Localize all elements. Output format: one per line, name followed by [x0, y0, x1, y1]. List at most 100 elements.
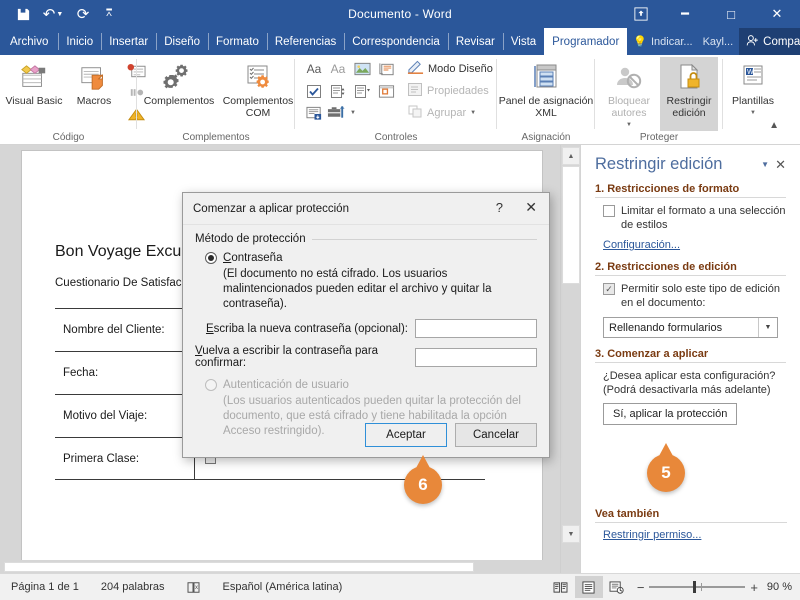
- password-radio-row[interactable]: Contraseña: [205, 252, 537, 264]
- tab-archivo[interactable]: Archivo: [0, 28, 58, 55]
- tab-inicio[interactable]: Inicio: [58, 28, 101, 55]
- tab-label: Archivo: [10, 35, 49, 48]
- group-label-asignacion: Asignación: [521, 132, 571, 143]
- tab-vista[interactable]: Vista: [502, 28, 544, 55]
- repeating-section-control-icon[interactable]: [303, 103, 325, 124]
- new-password-row: Escriba la nueva contraseña (opcional):: [195, 319, 537, 338]
- web-layout-button[interactable]: [603, 576, 631, 598]
- zoom-out-button[interactable]: −: [637, 580, 645, 595]
- tab-formato[interactable]: Formato: [208, 28, 267, 55]
- password-hint: (El documento no está cifrado. Los usuar…: [223, 268, 492, 310]
- propiedades-button[interactable]: Propiedades: [407, 80, 496, 102]
- share-button[interactable]: Compartir: [739, 28, 800, 55]
- bloquear-autores-button[interactable]: Bloquear autores ▼: [600, 57, 658, 131]
- account-name[interactable]: Kayl...: [699, 28, 738, 55]
- combo-box-control-icon[interactable]: [327, 81, 349, 102]
- zoom-thumb[interactable]: [693, 581, 697, 593]
- picture-control-icon[interactable]: [351, 59, 373, 80]
- macros-button[interactable]: Macros: [65, 57, 123, 125]
- zoom-in-button[interactable]: +: [750, 580, 758, 595]
- tab-programador[interactable]: Programador: [544, 28, 628, 55]
- read-mode-button[interactable]: [547, 576, 575, 598]
- legacy-tools-caret[interactable]: ▼: [350, 110, 356, 116]
- allow-only-editing-checkbox-row[interactable]: ✓ Permitir solo este tipo de edición en …: [603, 282, 786, 310]
- page-indicator[interactable]: Página 1 de 1: [0, 581, 90, 593]
- word-count[interactable]: 204 palabras: [90, 581, 176, 593]
- group-label-codigo: Código: [52, 132, 85, 143]
- building-block-gallery-icon[interactable]: [375, 59, 397, 80]
- settings-link[interactable]: Configuración...: [603, 239, 680, 251]
- ribbon-group-codigo: Visual Basic Macros Código: [0, 55, 146, 145]
- visual-basic-button[interactable]: Visual Basic: [5, 57, 63, 125]
- callout-5: 5: [647, 454, 685, 492]
- proofing-errors-icon[interactable]: x: [176, 581, 212, 594]
- modo-diseno-button[interactable]: Modo Diseño: [407, 58, 496, 80]
- zoom-level[interactable]: 90 %: [766, 581, 800, 593]
- controls-row-1: Aa Aa: [303, 58, 397, 80]
- window-controls: ━ □ ✕: [620, 0, 800, 28]
- plantillas-caret[interactable]: ▼: [750, 107, 756, 119]
- vertical-scrollbar[interactable]: ▲ ▼: [560, 145, 580, 573]
- tab-revisar[interactable]: Revisar: [447, 28, 503, 55]
- complementos-com-button[interactable]: Complementos COM: [219, 57, 297, 119]
- scroll-up-icon[interactable]: ▲: [562, 147, 580, 165]
- language-indicator[interactable]: Español (América latina): [212, 581, 354, 593]
- edit-type-dropdown[interactable]: Rellenando formularios ▼: [603, 317, 778, 338]
- xml-mapping-icon: [532, 61, 560, 95]
- dialog-help-icon[interactable]: ?: [496, 200, 503, 215]
- check-box-control-icon[interactable]: [303, 81, 325, 102]
- rich-text-control-icon[interactable]: Aa: [303, 59, 325, 80]
- drop-down-list-control-icon[interactable]: [351, 81, 373, 102]
- minimize-button[interactable]: ━: [662, 0, 708, 28]
- tab-insertar[interactable]: Insertar: [101, 28, 156, 55]
- maximize-button[interactable]: □: [708, 0, 754, 28]
- confirm-password-input[interactable]: [415, 347, 537, 367]
- horizontal-scrollbar[interactable]: [0, 560, 560, 573]
- ok-button[interactable]: Aceptar: [365, 423, 447, 447]
- account-label: Kayl...: [702, 35, 734, 48]
- dialog-close-icon[interactable]: ✕: [525, 199, 537, 216]
- print-layout-button[interactable]: [574, 576, 603, 598]
- see-also-heading: Vea también: [595, 508, 787, 523]
- plain-text-control-icon[interactable]: Aa: [327, 59, 349, 80]
- cancel-button[interactable]: Cancelar: [455, 423, 537, 447]
- tab-diseno[interactable]: Diseño: [156, 28, 208, 55]
- bloquear-autores-caret[interactable]: ▼: [626, 119, 632, 131]
- complementos-button[interactable]: Complementos: [141, 57, 217, 119]
- collapse-ribbon-icon[interactable]: ▲: [769, 120, 779, 131]
- pane-close-icon[interactable]: ✕: [775, 157, 786, 173]
- tab-referencias[interactable]: Referencias: [266, 28, 344, 55]
- user-auth-radio-row[interactable]: Autenticación de usuario: [205, 379, 537, 391]
- new-password-input[interactable]: [415, 319, 537, 338]
- close-button[interactable]: ✕: [754, 0, 800, 28]
- panel-xml-button[interactable]: Panel de asignación XML: [497, 57, 595, 119]
- date-picker-control-icon[interactable]: [375, 81, 397, 102]
- restrict-permission-link[interactable]: Restringir permiso...: [603, 529, 701, 541]
- tell-me-box[interactable]: 💡 Indicar...: [627, 28, 698, 55]
- callout-number: 5: [661, 463, 671, 482]
- pane-options-caret-icon[interactable]: ▼: [761, 160, 769, 169]
- vertical-scroll-thumb[interactable]: [562, 166, 580, 284]
- agrupar-caret[interactable]: ▼: [470, 110, 476, 116]
- password-radio[interactable]: [205, 252, 217, 264]
- limit-formatting-checkbox[interactable]: [603, 205, 615, 217]
- allow-only-editing-checkbox[interactable]: ✓: [603, 283, 615, 295]
- zoom-track[interactable]: [649, 581, 746, 593]
- chevron-down-icon[interactable]: ▼: [758, 318, 777, 337]
- scroll-down-icon[interactable]: ▼: [562, 525, 580, 543]
- ribbon-display-options-icon[interactable]: [620, 0, 662, 28]
- tab-label: Vista: [510, 35, 537, 48]
- zoom-slider[interactable]: − +: [631, 580, 766, 595]
- complementos-label: Complementos: [143, 95, 215, 107]
- dialog-body: Método de protección Contraseña (El docu…: [183, 225, 549, 439]
- restringir-edicion-button[interactable]: Restringir edición: [660, 57, 718, 131]
- plantillas-button[interactable]: W Plantillas ▼: [724, 57, 782, 119]
- apply-protection-button[interactable]: Sí, aplicar la protección: [603, 403, 738, 425]
- agrupar-button[interactable]: Agrupar ▼: [407, 102, 496, 124]
- user-auth-radio[interactable]: [205, 379, 217, 391]
- limit-formatting-checkbox-row[interactable]: Limitar el formato a una selección de es…: [603, 204, 786, 232]
- tab-correspondencia[interactable]: Correspondencia: [344, 28, 448, 55]
- language-label: Español (América latina): [222, 581, 343, 593]
- legacy-tools-button[interactable]: ▼: [327, 102, 359, 124]
- horizontal-scroll-thumb[interactable]: [4, 562, 474, 572]
